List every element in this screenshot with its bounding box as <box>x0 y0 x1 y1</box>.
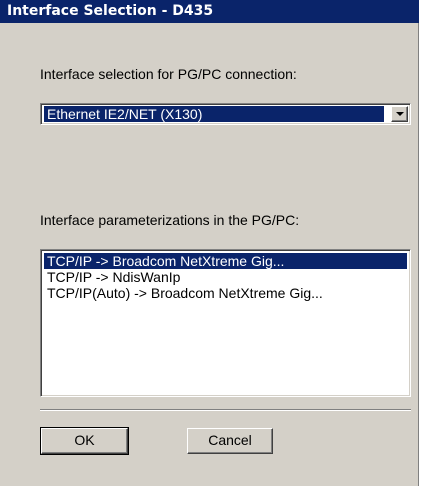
title-bar[interactable]: Interface Selection - D435 <box>0 0 419 23</box>
dropdown-button[interactable] <box>391 106 408 122</box>
parameterizations-label: Interface parameterizations in the PG/PC… <box>40 212 300 228</box>
interface-select-dropdown[interactable]: Ethernet IE2/NET (X130) <box>40 103 411 125</box>
interface-selection-dialog: Interface Selection - D435 Interface sel… <box>0 0 419 486</box>
list-item[interactable]: TCP/IP(Auto) -> Broadcom NetXtreme Gig..… <box>44 285 407 301</box>
list-item[interactable]: TCP/IP -> Broadcom NetXtreme Gig... <box>44 253 407 269</box>
parameterizations-listbox[interactable]: TCP/IP -> Broadcom NetXtreme Gig... TCP/… <box>40 249 411 397</box>
ok-button[interactable]: OK <box>40 427 129 455</box>
interface-selection-label: Interface selection for PG/PC connection… <box>40 66 297 82</box>
interface-select-value: Ethernet IE2/NET (X130) <box>44 106 384 122</box>
window-title: Interface Selection - D435 <box>7 3 214 19</box>
list-item[interactable]: TCP/IP -> NdisWanIp <box>44 269 407 285</box>
cancel-button[interactable]: Cancel <box>187 428 273 454</box>
separator <box>40 409 411 411</box>
chevron-down-icon <box>396 112 404 116</box>
